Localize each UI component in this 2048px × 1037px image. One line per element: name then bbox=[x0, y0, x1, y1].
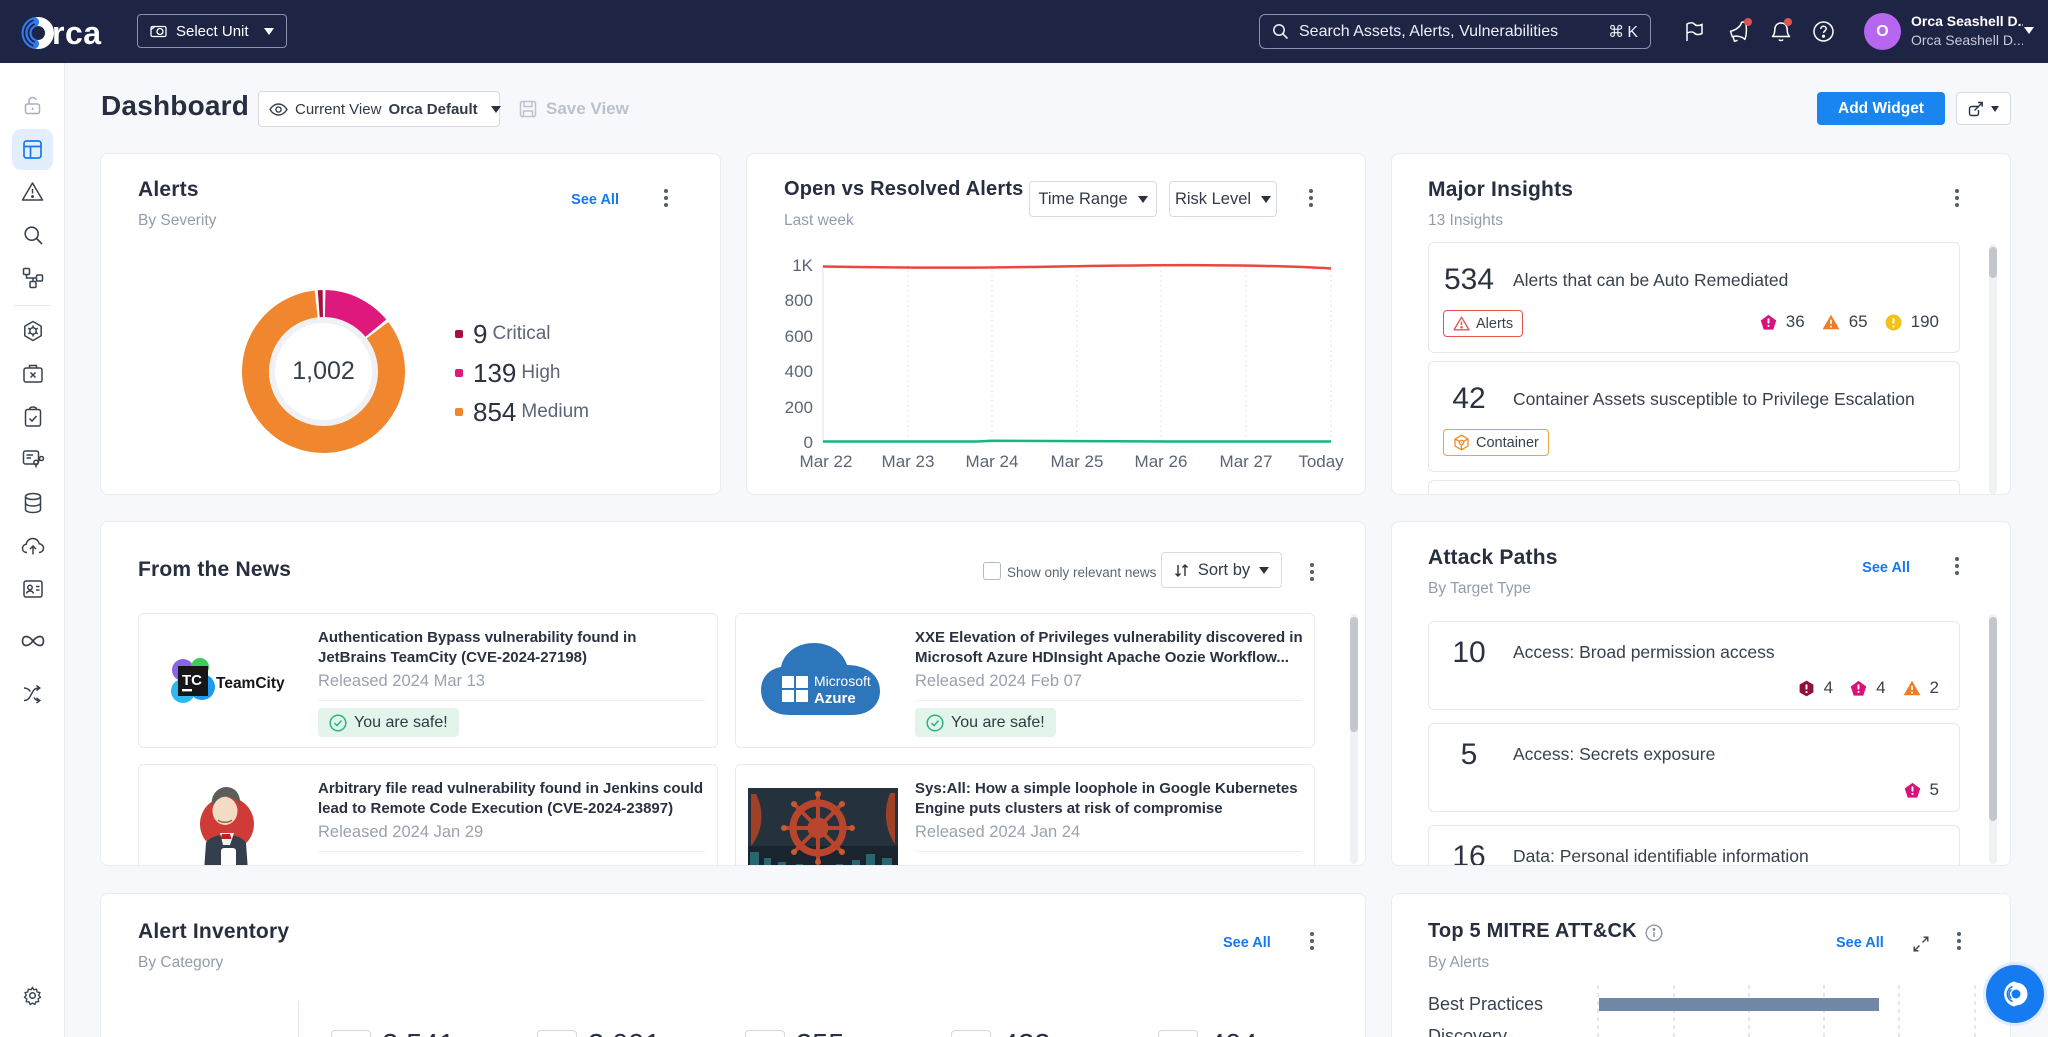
svg-text:Today: Today bbox=[1298, 452, 1344, 471]
svg-text:Mar 23: Mar 23 bbox=[882, 452, 935, 471]
svg-text:800: 800 bbox=[785, 291, 813, 310]
svg-text:Mar 24: Mar 24 bbox=[966, 452, 1019, 471]
svg-text:Microsoft: Microsoft bbox=[814, 673, 871, 689]
svg-text:Mar 27: Mar 27 bbox=[1220, 452, 1273, 471]
svg-text:Discovery: Discovery bbox=[1428, 1026, 1507, 1037]
svg-text:rca: rca bbox=[52, 15, 102, 51]
svg-text:600: 600 bbox=[785, 327, 813, 346]
svg-text:Best Practices: Best Practices bbox=[1428, 994, 1543, 1014]
svg-text:Mar 25: Mar 25 bbox=[1051, 452, 1104, 471]
svg-text:Mar 26: Mar 26 bbox=[1135, 452, 1188, 471]
svg-text:TC: TC bbox=[182, 672, 202, 689]
svg-text:0: 0 bbox=[804, 433, 813, 452]
svg-text:Mar 22: Mar 22 bbox=[800, 452, 853, 471]
svg-text:1K: 1K bbox=[792, 256, 813, 275]
svg-text:Azure: Azure bbox=[814, 690, 856, 707]
svg-text:400: 400 bbox=[785, 362, 813, 381]
svg-text:TeamCity: TeamCity bbox=[216, 675, 285, 692]
svg-text:200: 200 bbox=[785, 398, 813, 417]
